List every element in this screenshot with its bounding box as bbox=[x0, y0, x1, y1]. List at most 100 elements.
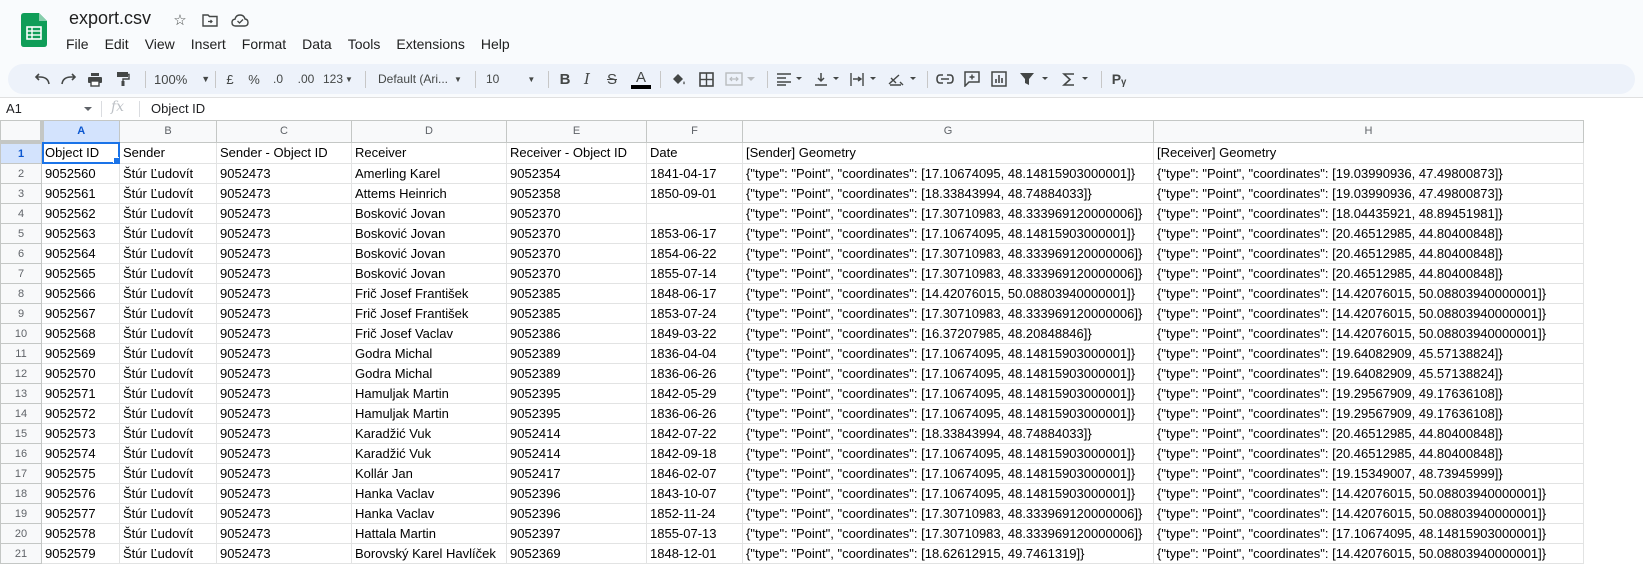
cell-b7[interactable]: Štúr Ľudovít bbox=[119, 263, 217, 284]
cell-b21[interactable]: Štúr Ľudovít bbox=[119, 543, 217, 564]
cell-c10[interactable]: 9052473 bbox=[216, 323, 352, 344]
row-header[interactable]: 17 bbox=[0, 463, 42, 484]
cell-a3[interactable]: 9052561 bbox=[41, 183, 120, 204]
cell-f12[interactable]: 1836-06-26 bbox=[646, 363, 743, 384]
select-all-corner[interactable] bbox=[0, 120, 44, 144]
column-header-g[interactable]: G bbox=[742, 120, 1154, 143]
cell-b5[interactable]: Štúr Ľudovít bbox=[119, 223, 217, 244]
strikethrough-button[interactable]: S bbox=[603, 64, 621, 94]
menu-edit[interactable]: Edit bbox=[97, 34, 137, 54]
cell-h20[interactable]: {"type": "Point", "coordinates": [17.106… bbox=[1153, 523, 1584, 544]
row-header[interactable]: 19 bbox=[0, 503, 42, 524]
cell-g4[interactable]: {"type": "Point", "coordinates": [17.307… bbox=[742, 203, 1154, 224]
cell-f1[interactable]: Date bbox=[646, 141, 743, 164]
cell-d1[interactable]: Receiver bbox=[351, 141, 507, 164]
document-title[interactable]: export.csv bbox=[69, 8, 151, 29]
cell-f18[interactable]: 1843-10-07 bbox=[646, 483, 743, 504]
cell-d12[interactable]: Godra Michal bbox=[351, 363, 507, 384]
cell-b1[interactable]: Sender bbox=[119, 141, 217, 164]
row-header[interactable]: 3 bbox=[0, 183, 42, 204]
cell-b17[interactable]: Štúr Ľudovít bbox=[119, 463, 217, 484]
text-rotation-icon[interactable] bbox=[886, 64, 920, 94]
column-header-d[interactable]: D bbox=[351, 120, 507, 143]
fill-handle[interactable] bbox=[113, 157, 119, 163]
cell-g21[interactable]: {"type": "Point", "coordinates": [18.626… bbox=[742, 543, 1154, 564]
cell-e19[interactable]: 9052396 bbox=[506, 503, 647, 524]
cell-e14[interactable]: 9052395 bbox=[506, 403, 647, 424]
cell-g5[interactable]: {"type": "Point", "coordinates": [17.106… bbox=[742, 223, 1154, 244]
cell-e12[interactable]: 9052389 bbox=[506, 363, 647, 384]
cell-g12[interactable]: {"type": "Point", "coordinates": [17.106… bbox=[742, 363, 1154, 384]
row-header[interactable]: 20 bbox=[0, 523, 42, 544]
cell-d4[interactable]: Bosković Jovan bbox=[351, 203, 507, 224]
row-header[interactable]: 12 bbox=[0, 363, 42, 384]
cell-c21[interactable]: 9052473 bbox=[216, 543, 352, 564]
filter-icon[interactable] bbox=[1017, 64, 1053, 94]
italic-button[interactable]: I bbox=[578, 64, 596, 94]
vertical-align-icon[interactable] bbox=[812, 64, 842, 94]
cell-a12[interactable]: 9052570 bbox=[41, 363, 120, 384]
font-family-select[interactable]: Default (Ari... ▼ bbox=[378, 64, 468, 94]
menu-tools[interactable]: Tools bbox=[340, 34, 389, 54]
cell-d9[interactable]: Frič Josef František bbox=[351, 303, 507, 324]
cell-d14[interactable]: Hamuljak Martin bbox=[351, 403, 507, 424]
cell-e10[interactable]: 9052386 bbox=[506, 323, 647, 344]
cell-h3[interactable]: {"type": "Point", "coordinates": [19.039… bbox=[1153, 183, 1584, 204]
undo-icon[interactable] bbox=[32, 64, 52, 94]
cell-h15[interactable]: {"type": "Point", "coordinates": [20.465… bbox=[1153, 423, 1584, 444]
cell-f4[interactable] bbox=[646, 203, 743, 224]
cell-f17[interactable]: 1846-02-07 bbox=[646, 463, 743, 484]
menu-file[interactable]: File bbox=[58, 34, 97, 54]
cell-f21[interactable]: 1848-12-01 bbox=[646, 543, 743, 564]
cell-f3[interactable]: 1850-09-01 bbox=[646, 183, 743, 204]
cell-f7[interactable]: 1855-07-14 bbox=[646, 263, 743, 284]
text-wrapping-icon[interactable] bbox=[848, 64, 880, 94]
cell-g7[interactable]: {"type": "Point", "coordinates": [17.307… bbox=[742, 263, 1154, 284]
cell-f5[interactable]: 1853-06-17 bbox=[646, 223, 743, 244]
cell-c11[interactable]: 9052473 bbox=[216, 343, 352, 364]
cell-e2[interactable]: 9052354 bbox=[506, 163, 647, 184]
column-header-b[interactable]: B bbox=[119, 120, 217, 143]
cell-d18[interactable]: Hanka Vaclav bbox=[351, 483, 507, 504]
functions-icon[interactable] bbox=[1060, 64, 1094, 94]
cell-d13[interactable]: Hamuljak Martin bbox=[351, 383, 507, 404]
cell-e3[interactable]: 9052358 bbox=[506, 183, 647, 204]
cell-e5[interactable]: 9052370 bbox=[506, 223, 647, 244]
cell-g15[interactable]: {"type": "Point", "coordinates": [18.338… bbox=[742, 423, 1154, 444]
cell-g10[interactable]: {"type": "Point", "coordinates": [16.372… bbox=[742, 323, 1154, 344]
cell-d3[interactable]: Attems Heinrich bbox=[351, 183, 507, 204]
row-header[interactable]: 15 bbox=[0, 423, 42, 444]
menu-help[interactable]: Help bbox=[473, 34, 518, 54]
cell-b15[interactable]: Štúr Ľudovít bbox=[119, 423, 217, 444]
sheets-logo-icon[interactable] bbox=[21, 13, 47, 47]
cell-e11[interactable]: 9052389 bbox=[506, 343, 647, 364]
row-header[interactable]: 6 bbox=[0, 243, 42, 264]
currency-format-button[interactable]: £ bbox=[222, 64, 238, 94]
cell-c17[interactable]: 9052473 bbox=[216, 463, 352, 484]
cell-g1[interactable]: [Sender] Geometry bbox=[742, 141, 1154, 164]
borders-icon[interactable] bbox=[696, 64, 716, 94]
cell-a14[interactable]: 9052572 bbox=[41, 403, 120, 424]
row-header[interactable]: 8 bbox=[0, 283, 42, 304]
cell-g13[interactable]: {"type": "Point", "coordinates": [17.106… bbox=[742, 383, 1154, 404]
cell-a20[interactable]: 9052578 bbox=[41, 523, 120, 544]
cell-f20[interactable]: 1855-07-13 bbox=[646, 523, 743, 544]
cell-h13[interactable]: {"type": "Point", "coordinates": [19.295… bbox=[1153, 383, 1584, 404]
cell-f10[interactable]: 1849-03-22 bbox=[646, 323, 743, 344]
cell-e7[interactable]: 9052370 bbox=[506, 263, 647, 284]
chevron-down-icon[interactable] bbox=[84, 107, 92, 111]
cell-b2[interactable]: Štúr Ľudovít bbox=[119, 163, 217, 184]
row-header[interactable]: 16 bbox=[0, 443, 42, 464]
cell-h11[interactable]: {"type": "Point", "coordinates": [19.640… bbox=[1153, 343, 1584, 364]
cell-a11[interactable]: 9052569 bbox=[41, 343, 120, 364]
redo-icon[interactable] bbox=[59, 64, 79, 94]
cell-g18[interactable]: {"type": "Point", "coordinates": [17.106… bbox=[742, 483, 1154, 504]
cell-g11[interactable]: {"type": "Point", "coordinates": [17.106… bbox=[742, 343, 1154, 364]
cell-g8[interactable]: {"type": "Point", "coordinates": [14.420… bbox=[742, 283, 1154, 304]
row-header[interactable]: 10 bbox=[0, 323, 42, 344]
text-color-button[interactable]: A bbox=[630, 64, 652, 94]
cell-f15[interactable]: 1842-07-22 bbox=[646, 423, 743, 444]
print-icon[interactable] bbox=[85, 64, 105, 94]
row-header[interactable]: 2 bbox=[0, 163, 42, 184]
menu-insert[interactable]: Insert bbox=[183, 34, 234, 54]
